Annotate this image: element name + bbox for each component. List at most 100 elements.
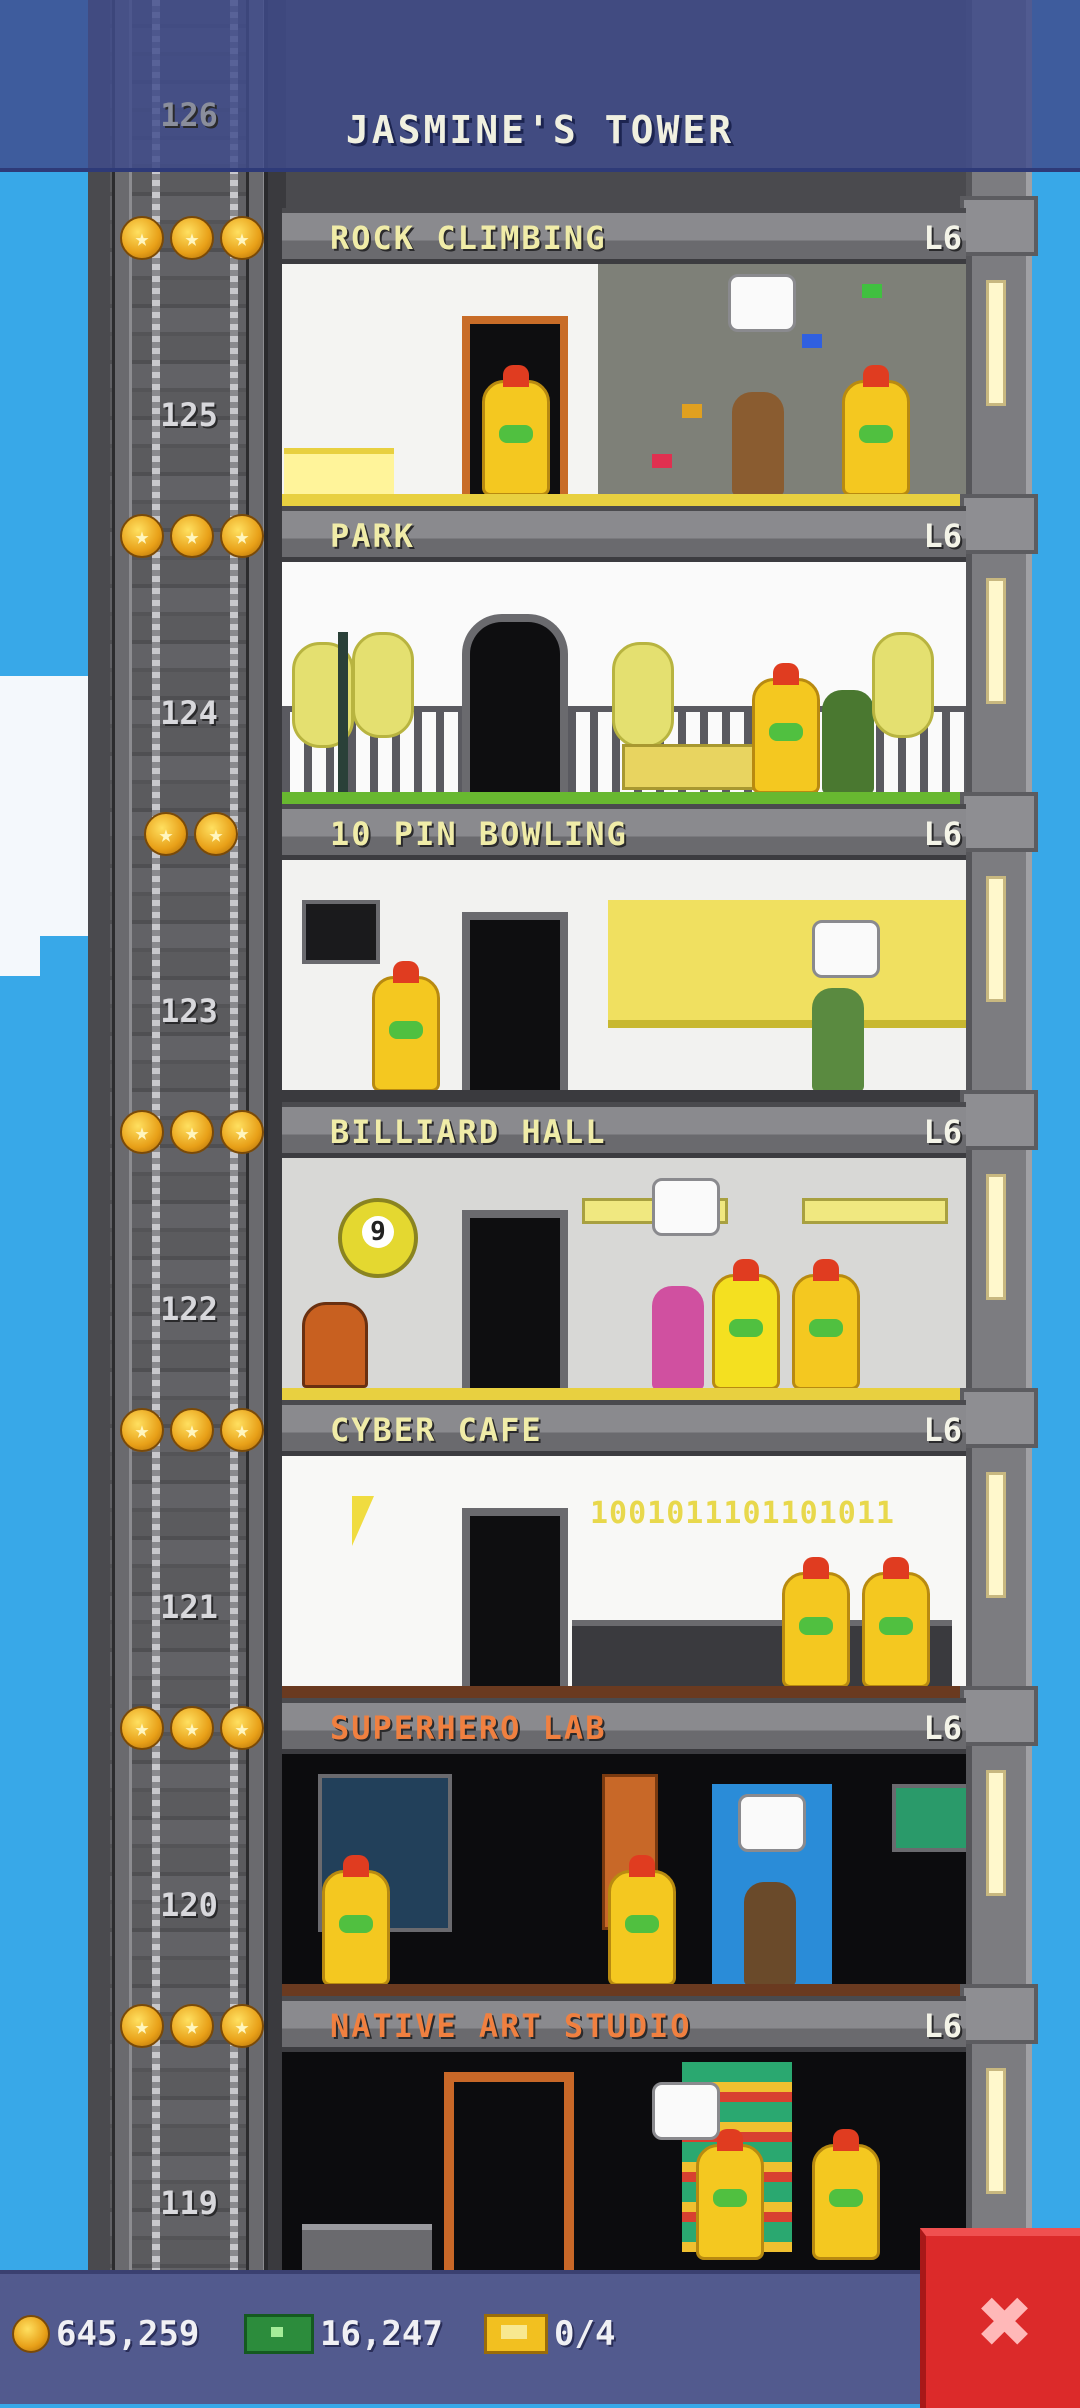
bird-worker[interactable]: [482, 365, 550, 496]
floor-number: 125: [160, 396, 218, 434]
floor-billiard-hall[interactable]: BILLIARD HALL L6 9: [282, 1102, 966, 1400]
vip-ticket-counter[interactable]: 0/4: [484, 2304, 615, 2364]
coin-icon: [12, 2315, 50, 2353]
floor-bracket: [960, 1984, 1038, 2044]
star-icon: ★: [144, 812, 188, 856]
lamp-post: [338, 632, 348, 792]
visitor[interactable]: [732, 392, 784, 496]
star-icon: ★: [170, 1408, 214, 1452]
jukebox: [302, 1302, 368, 1388]
floor-level: L6: [923, 219, 962, 257]
ticket-icon: [484, 2314, 548, 2354]
floor-name: ROCK CLIMBING: [330, 219, 607, 257]
window-light: [986, 578, 1006, 704]
room-floor: [282, 494, 966, 506]
star-icon: ★: [220, 514, 264, 558]
binary-display: 1001011101101011: [590, 1496, 895, 1531]
star-icon: ★: [120, 514, 164, 558]
cursor-icon: [352, 1496, 374, 1546]
floor-level: L6: [923, 1411, 962, 1449]
bird-worker[interactable]: [372, 961, 440, 1092]
visitor[interactable]: [652, 1286, 704, 1390]
room-floor: [282, 1090, 966, 1102]
star-icon: ★: [120, 2004, 164, 2048]
speech-bubble[interactable]: [738, 1794, 806, 1852]
bird-worker[interactable]: [752, 663, 820, 794]
climbing-hold: [862, 284, 882, 298]
door: [462, 1210, 568, 1388]
floor-stars: ★ ★ ★: [120, 1110, 270, 1154]
floor-stars: ★ ★ ★: [120, 514, 270, 558]
floor-name: NATIVE ART STUDIO: [330, 2007, 692, 2045]
window-light: [986, 2068, 1006, 2194]
floor-number: 120: [160, 1886, 218, 1924]
coins-counter[interactable]: 645,259: [12, 2304, 199, 2364]
bird-worker[interactable]: [782, 1557, 850, 1688]
room-native-art-studio[interactable]: [282, 2052, 966, 2270]
bird-worker[interactable]: [322, 1855, 390, 1986]
floor-bracket: [960, 1090, 1038, 1150]
bird-worker[interactable]: [608, 1855, 676, 1986]
floor-name: CYBER CAFE: [330, 1411, 543, 1449]
room-rock-climbing[interactable]: [282, 264, 966, 506]
bird-worker[interactable]: [812, 2129, 880, 2260]
room-bowling[interactable]: [282, 860, 966, 1102]
close-icon: ✖: [978, 2268, 1034, 2375]
floor-bracket: [960, 196, 1038, 256]
room-park[interactable]: [282, 562, 966, 804]
room-superhero-lab[interactable]: [282, 1754, 966, 1996]
star-icon: ★: [220, 1408, 264, 1452]
floor-number: 123: [160, 992, 218, 1030]
world-map-screen: [892, 1784, 966, 1852]
bux-counter[interactable]: 16,247: [244, 2304, 443, 2364]
floor-rock-climbing[interactable]: ROCK CLIMBING L6: [282, 208, 966, 506]
floor-number: 124: [160, 694, 218, 732]
speech-bubble[interactable]: [652, 1178, 720, 1236]
floor-number: 119: [160, 2184, 218, 2222]
star-icon: ★: [170, 1110, 214, 1154]
cloud: [0, 936, 40, 976]
floor-native-art-studio[interactable]: NATIVE ART STUDIO L6: [282, 1996, 966, 2270]
floor-label-bar: SUPERHERO LAB L6: [282, 1698, 966, 1754]
park-tree: [872, 632, 934, 738]
room-floor: [282, 792, 966, 804]
bird-worker[interactable]: [842, 365, 910, 496]
pool-lamp: [802, 1198, 948, 1224]
billiard-ball-sign: 9: [338, 1198, 418, 1278]
floor-stars: ★ ★ ★: [120, 2004, 270, 2048]
floor-cyber-cafe[interactable]: CYBER CAFE L6 1001011101101011: [282, 1400, 966, 1698]
bird-worker[interactable]: [792, 1259, 860, 1390]
tower-header: 126 JASMINE'S TOWER: [0, 0, 1080, 172]
floor-level: L6: [923, 1113, 962, 1151]
floor-bracket: [960, 792, 1038, 852]
floor-superhero-lab[interactable]: SUPERHERO LAB L6: [282, 1698, 966, 1996]
visitor[interactable]: [744, 1882, 796, 1986]
floor-bracket: [960, 494, 1038, 554]
close-button[interactable]: ✖: [920, 2228, 1080, 2408]
speech-bubble[interactable]: [652, 2082, 720, 2140]
star-icon: ★: [120, 1706, 164, 1750]
tower-title[interactable]: JASMINE'S TOWER: [0, 108, 1080, 152]
bird-worker[interactable]: [862, 1557, 930, 1688]
star-icon: ★: [120, 1408, 164, 1452]
reception-desk: [284, 448, 394, 494]
room-billiard-hall[interactable]: 9: [282, 1158, 966, 1400]
floor-10-pin-bowling[interactable]: 10 PIN BOWLING L6: [282, 804, 966, 1102]
visitor[interactable]: [812, 988, 864, 1092]
climbing-hold: [802, 334, 822, 348]
park-bench: [622, 744, 768, 790]
floor-number: 121: [160, 1588, 218, 1626]
park-tree: [352, 632, 414, 738]
floor-label-bar: 10 PIN BOWLING L6: [282, 804, 966, 860]
art-table: [302, 2224, 432, 2270]
room-cyber-cafe[interactable]: 1001011101101011: [282, 1456, 966, 1698]
floor-park[interactable]: PARK L6: [282, 506, 966, 804]
resource-bar: 645,259 16,247 0/4: [0, 2270, 920, 2404]
speech-bubble[interactable]: [728, 274, 796, 332]
bird-worker[interactable]: [696, 2129, 764, 2260]
door: [462, 1508, 568, 1686]
floor-bracket: [960, 1686, 1038, 1746]
speech-bubble[interactable]: [812, 920, 880, 978]
bird-worker[interactable]: [712, 1259, 780, 1390]
visitor[interactable]: [822, 690, 874, 794]
